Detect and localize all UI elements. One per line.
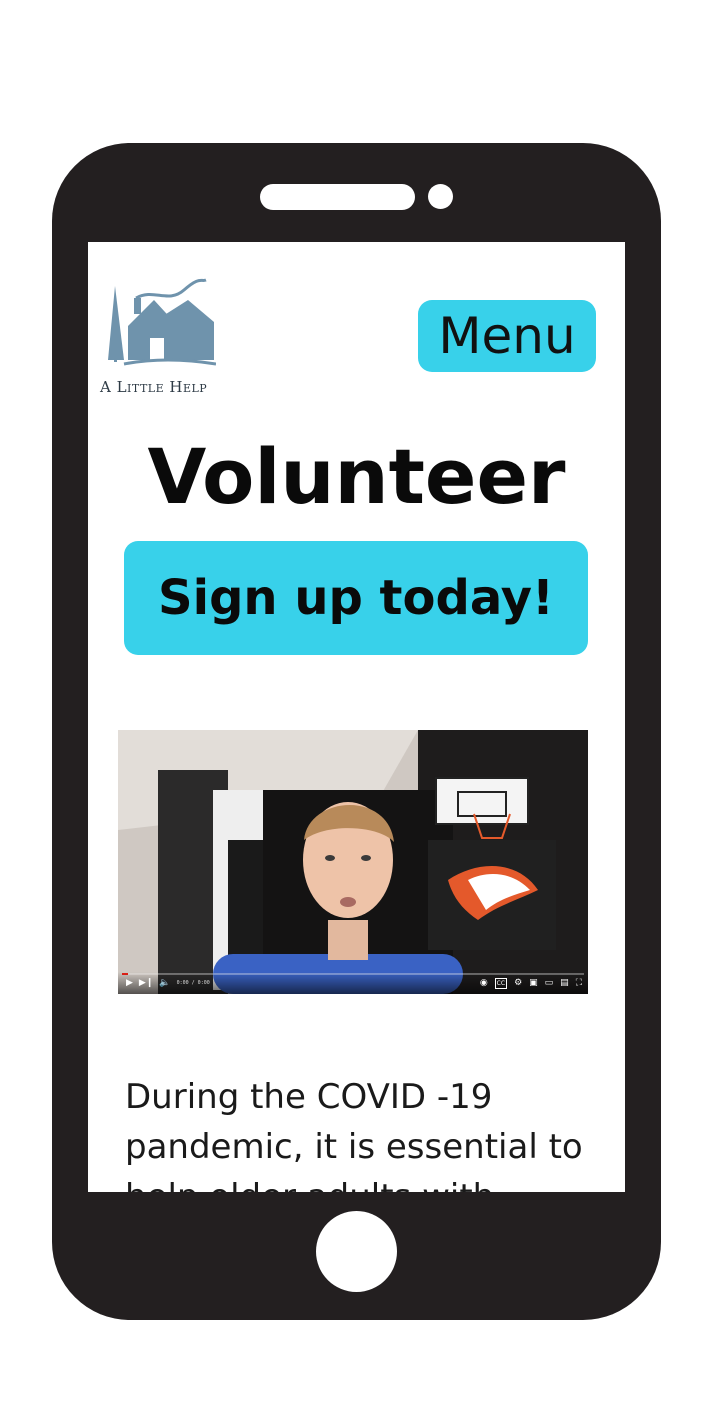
phone-camera [428,184,453,209]
home-button[interactable] [316,1211,397,1292]
captions-icon[interactable]: CC [494,977,508,989]
signup-button[interactable]: Sign up today! [124,541,588,655]
site-logo[interactable]: A Little Help [98,278,228,398]
phone-screen: A Little Help Menu Volunteer Sign up tod… [88,242,625,1192]
menu-button[interactable]: Menu [418,300,596,372]
video-controls: ▶ ▶❙ 🔈 0:00 / 0:00 ◉ CC ⚙ ▣ ▭ ▤ ⛶ [118,972,588,994]
fullscreen-icon[interactable]: ⛶ [576,978,582,988]
volume-icon[interactable]: 🔈 [159,978,170,988]
page-title: Volunteer [147,432,566,521]
next-icon[interactable]: ▶❙ [139,978,153,988]
logo-wordmark: A Little Help [100,378,208,396]
theater-icon[interactable]: ▭ [545,978,554,988]
video-thumbnail [118,730,588,994]
video-time: 0:00 / 0:00 [176,980,210,986]
video-player[interactable]: ▶ ▶❙ 🔈 0:00 / 0:00 ◉ CC ⚙ ▣ ▭ ▤ ⛶ [118,730,588,994]
phone-speaker [260,184,415,210]
cast-icon[interactable]: ▤ [560,978,569,988]
settings-icon[interactable]: ⚙ [514,978,522,988]
video-controls-right: ◉ CC ⚙ ▣ ▭ ▤ ⛶ [480,977,588,989]
play-icon[interactable]: ▶ [126,978,133,988]
autoplay-toggle[interactable]: ◉ [480,978,488,988]
miniplayer-icon[interactable]: ▣ [529,978,538,988]
house-logo-icon [108,278,216,366]
intro-paragraph: During the COVID -19 pandemic, it is ess… [125,1077,583,1192]
